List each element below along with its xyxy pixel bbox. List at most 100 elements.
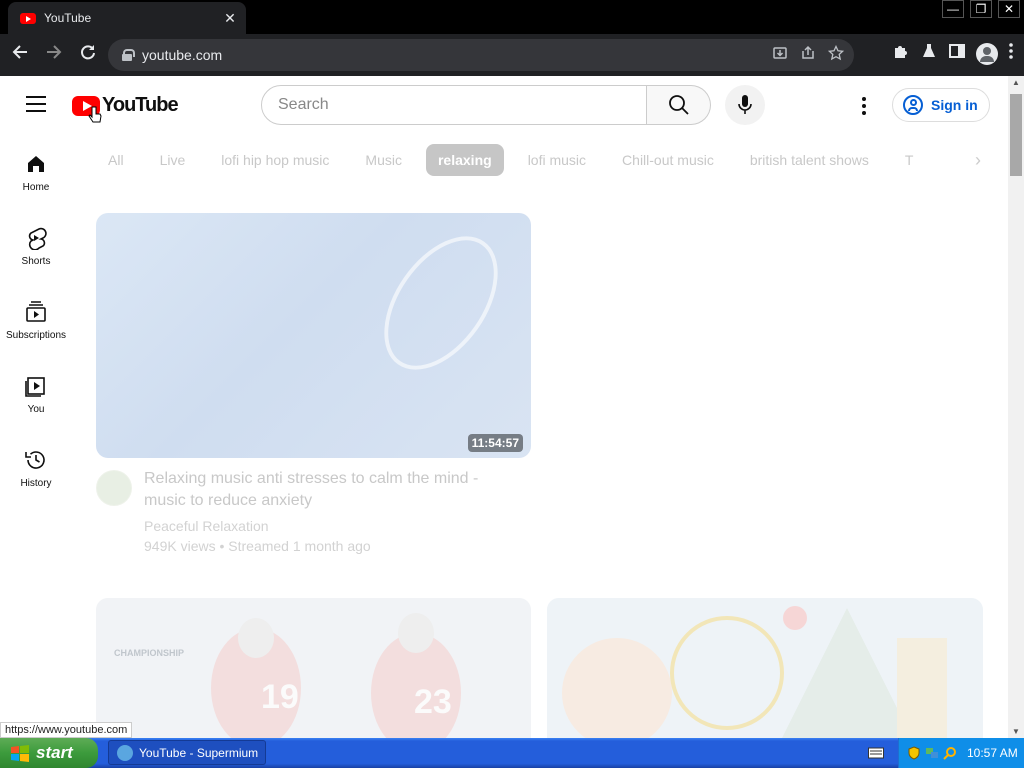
tab-close-icon[interactable]: ✕ [222, 10, 238, 26]
guide-label: Home [22, 182, 50, 193]
url-text[interactable]: youtube.com [142, 47, 222, 63]
home-icon [28, 156, 44, 172]
share-icon[interactable] [800, 45, 816, 65]
amusement-park-thumbnail-art [547, 598, 983, 738]
search-input[interactable]: Search [261, 85, 647, 125]
youtube-favicon-icon [20, 12, 36, 24]
guide-item-shorts[interactable]: Shorts [0, 206, 72, 280]
video-duration: 11:54:57 [467, 434, 523, 452]
microphone-icon [738, 95, 752, 114]
sign-in-label: Sign in [931, 97, 978, 113]
search-button[interactable] [647, 85, 711, 125]
browser-app-icon [117, 744, 133, 761]
keyboard-icon[interactable] [868, 747, 884, 759]
scroll-up-arrow-icon[interactable]: ▲ [1012, 78, 1020, 87]
settings-more-icon[interactable] [850, 92, 878, 120]
clock: 10:57 AM [967, 746, 1018, 760]
channel-name[interactable]: Peaceful Relaxation [144, 518, 269, 534]
scrollbar-thumb[interactable] [1010, 94, 1022, 176]
taskbar-window-button[interactable]: YouTube - Supermium [108, 740, 266, 765]
chip-lofi-music[interactable]: lofi music [515, 144, 599, 176]
hand-cursor-icon [88, 106, 102, 123]
sign-in-button[interactable]: Sign in [892, 88, 990, 122]
guide-item-subscriptions[interactable]: Subscriptions [0, 280, 72, 354]
guide-label: You [27, 404, 45, 415]
search-box: Search [261, 85, 711, 125]
chip-chill-out-music[interactable]: Chill-out music [610, 144, 726, 176]
tab-title: YouTube [44, 11, 92, 25]
windows-taskbar: start YouTube - Supermium 10:57 AM [0, 738, 1024, 768]
chip-relaxing[interactable]: relaxing [425, 144, 504, 176]
masthead: YouTube Search Sign in [0, 76, 1008, 132]
chip-all[interactable]: All [96, 144, 136, 176]
menu-hamburger-icon[interactable] [26, 96, 46, 112]
bookmark-star-icon[interactable] [827, 44, 845, 65]
chip-british-talent-shows[interactable]: british talent shows [737, 144, 881, 176]
lock-icon[interactable] [122, 49, 135, 61]
chip-live[interactable]: Live [147, 144, 198, 176]
side-panel-icon[interactable] [948, 42, 966, 65]
window-controls: — ❐ ✕ [942, 0, 1020, 18]
link-status-bubble: https://www.youtube.com [0, 722, 133, 738]
chip-bar: All Live lofi hip hop music Music relaxi… [96, 144, 986, 176]
championship-text: CHAMPIONSHIP [114, 648, 184, 658]
back-arrow-icon[interactable] [6, 41, 34, 69]
omnibox-actions [772, 44, 845, 65]
browser-toolbar: youtube.com [0, 34, 1024, 76]
screen: YouTube ✕ — ❐ ✕ youtube.com YouTube Sear… [0, 0, 1024, 768]
guide-label: History [20, 478, 52, 489]
page-scrollbar[interactable]: ▲ ▼ [1008, 76, 1024, 738]
browser-titlebar: YouTube ✕ — ❐ ✕ [0, 0, 1024, 34]
guide-label: Shorts [21, 256, 51, 267]
scroll-down-arrow-icon[interactable]: ▼ [1012, 727, 1020, 736]
restore-button[interactable]: ❐ [970, 0, 992, 18]
reload-icon[interactable] [74, 41, 102, 69]
svg-text:19: 19 [261, 678, 299, 716]
extension-toolbar [892, 42, 1014, 65]
windows-flag-icon [11, 745, 29, 762]
browser-tab[interactable]: YouTube ✕ [8, 2, 246, 34]
labs-flask-icon[interactable] [920, 42, 938, 65]
video-thumbnail[interactable]: 11:54:57 [96, 213, 531, 458]
guide-label: Subscriptions [5, 330, 67, 341]
video-thumbnail[interactable] [547, 598, 983, 738]
start-button[interactable]: start [0, 738, 98, 768]
thumbnail-art [361, 215, 521, 391]
browser-menu-icon[interactable] [1008, 42, 1014, 65]
history-icon [25, 451, 45, 469]
search-tray-icon[interactable] [943, 746, 957, 760]
shorts-icon [28, 227, 47, 250]
guide-item-history[interactable]: History [0, 428, 72, 502]
guide-item-home[interactable]: Home [0, 132, 72, 206]
extensions-puzzle-icon[interactable] [892, 42, 910, 65]
logo-wordmark: YouTube [102, 94, 179, 116]
channel-avatar[interactable] [96, 470, 132, 506]
mini-guide: Home Shorts Subscriptions You History [0, 132, 72, 502]
svg-text:23: 23 [414, 683, 452, 721]
subscriptions-icon [26, 301, 46, 322]
chip-truncated[interactable]: T [892, 144, 926, 176]
system-tray: 10:57 AM [898, 738, 1024, 768]
minimize-button[interactable]: — [942, 0, 964, 18]
network-icon[interactable] [925, 746, 939, 760]
account-circle-icon [903, 95, 923, 115]
security-shield-icon[interactable] [907, 746, 921, 760]
video-thumbnail[interactable]: 19 23 CHAMPIONSHIP [96, 598, 531, 738]
forward-arrow-icon[interactable] [40, 41, 68, 69]
video-metadata: 949K views • Streamed 1 month ago [144, 538, 371, 554]
youtube-page: YouTube Search Sign in Home Shorts Subsc… [0, 76, 1024, 738]
chip-lofi-hip-hop-music[interactable]: lofi hip hop music [209, 144, 342, 176]
guide-item-you[interactable]: You [0, 354, 72, 428]
search-icon [668, 95, 689, 115]
taskbar-window-label: YouTube - Supermium [139, 745, 259, 760]
install-app-icon[interactable] [772, 45, 788, 65]
video-title[interactable]: Relaxing music anti stresses to calm the… [144, 468, 524, 512]
address-bar[interactable]: youtube.com [108, 39, 854, 71]
close-window-button[interactable]: ✕ [998, 0, 1020, 18]
football-thumbnail-art: 19 23 CHAMPIONSHIP [96, 598, 531, 738]
chip-next-chevron-icon[interactable]: › [966, 148, 990, 172]
profile-avatar-icon[interactable] [976, 42, 998, 65]
you-icon [25, 377, 45, 397]
voice-search-button[interactable] [725, 85, 765, 125]
chip-music[interactable]: Music [353, 144, 414, 176]
